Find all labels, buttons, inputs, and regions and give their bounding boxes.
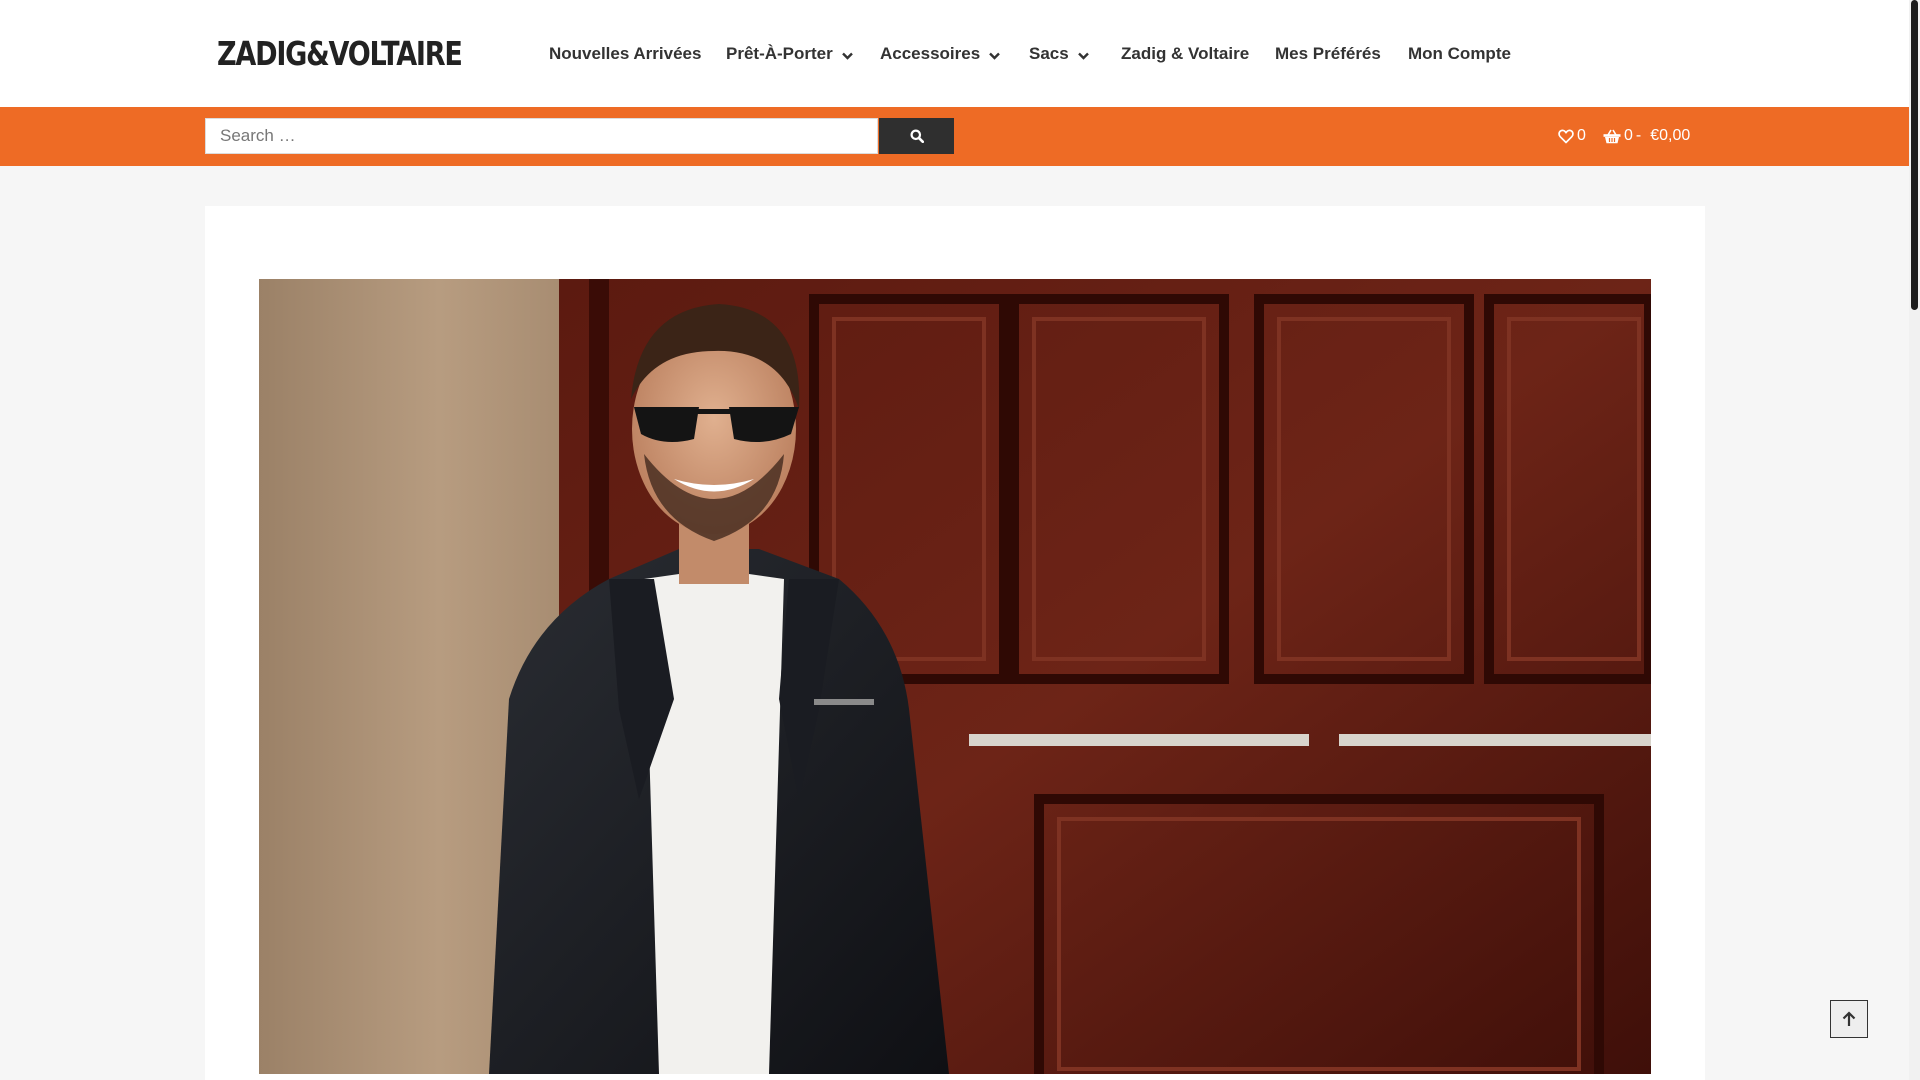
nav-item-accessoires[interactable]: Accessoires xyxy=(880,40,1001,69)
hero-image xyxy=(259,279,1651,1074)
nav-item-sacs[interactable]: Sacs xyxy=(1029,40,1089,68)
heart-icon xyxy=(1558,129,1574,144)
nav-item-mon-compte[interactable]: Mon Compte xyxy=(1408,40,1511,68)
cart-separator: - xyxy=(1635,127,1642,144)
nav-item-label: Nouvelles Arrivées xyxy=(549,44,702,63)
page: ZADIG&VOLTAIRE Nouvelles Arrivées Prêt-À… xyxy=(0,0,1909,1080)
nav-item-label: Mes Préférés xyxy=(1275,44,1381,63)
arrow-up-icon xyxy=(1842,1011,1856,1027)
nav-item-nouvelles-arrivees[interactable]: Nouvelles Arrivées xyxy=(549,40,701,68)
basket-icon xyxy=(1603,129,1621,144)
brand-logo[interactable]: ZADIG&VOLTAIRE xyxy=(217,34,463,74)
nav-item-label: Zadig & Voltaire xyxy=(1121,44,1250,63)
cart-total: €0,00 xyxy=(1650,127,1691,144)
nav-item-zadig-voltaire[interactable]: Zadig & Voltaire xyxy=(1121,40,1249,68)
nav-item-label: Accessoires xyxy=(880,44,981,63)
scrollbar-thumb[interactable] xyxy=(1911,0,1918,310)
chevron-down-icon xyxy=(989,41,1001,69)
wishlist-count: 0 xyxy=(1577,127,1586,144)
nav-item-label: Prêt-À-Porter xyxy=(726,44,833,63)
search-input[interactable] xyxy=(205,118,878,154)
search-button[interactable] xyxy=(879,118,954,154)
site-header: ZADIG&VOLTAIRE Nouvelles Arrivées Prêt-À… xyxy=(0,0,1909,107)
nav-item-label: Sacs xyxy=(1029,44,1069,63)
nav-item-pret-a-porter[interactable]: Prêt-À-Porter xyxy=(726,40,853,68)
search-icon xyxy=(910,129,924,143)
nav-item-mes-preferes[interactable]: Mes Préférés xyxy=(1275,40,1381,68)
nav-item-label: Mon Compte xyxy=(1408,44,1511,63)
back-to-top-button[interactable] xyxy=(1830,1000,1868,1038)
chevron-down-icon xyxy=(1077,41,1089,69)
cart-count: 0 xyxy=(1624,127,1633,144)
wishlist-link[interactable]: 0 xyxy=(1558,124,1586,148)
hero-photo-illustration xyxy=(259,279,1651,1074)
chevron-down-icon xyxy=(841,41,853,69)
cart-link[interactable]: 0 - €0,00 xyxy=(1603,124,1690,148)
